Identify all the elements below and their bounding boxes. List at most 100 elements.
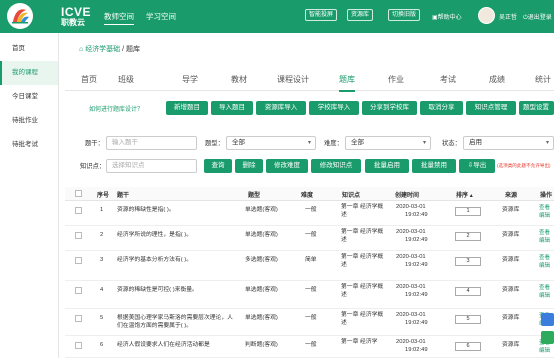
batch-disable-button[interactable]: 批量禁用 [412, 159, 456, 173]
cancel-share-button[interactable]: 取消分享 [420, 101, 463, 115]
tab-statistics[interactable]: 统计 [535, 74, 551, 85]
export-button[interactable]: ⇩导出 [459, 159, 495, 173]
add-question-button[interactable]: 新增题目 [166, 101, 208, 115]
tab-homework[interactable]: 作业 [388, 74, 404, 85]
status-select[interactable]: 启用 ▾ [463, 136, 554, 150]
avatar[interactable] [478, 7, 495, 24]
question-type-settings-button[interactable]: 题型设置 [519, 101, 554, 115]
difficulty-select[interactable]: 全部 ▾ [345, 136, 431, 150]
brand-name: ICVE [61, 5, 92, 19]
breadcrumb: ⌂ 经济学基础 / 题库 [79, 44, 140, 54]
share-to-school-button[interactable]: 分享到学校库 [362, 101, 417, 115]
knowledge-manage-button[interactable]: 知识点管理 [466, 101, 516, 115]
row-knowledge: 第一章 经济学概述 [341, 204, 384, 218]
logout-link[interactable]: ⏻退出登录 [523, 12, 552, 22]
home-icon[interactable]: ⌂ [79, 46, 83, 53]
sidebar-item-pending-homework[interactable]: 待批作业 [0, 109, 58, 133]
chat-icon[interactable] [541, 331, 554, 344]
school-import-button[interactable]: 学校库导入 [309, 101, 359, 115]
resource-library-button[interactable]: 资源库 [347, 9, 374, 21]
row-edit-link[interactable]: 编辑 [539, 347, 550, 355]
help-center-link[interactable]: ▣帮助中心 [432, 12, 462, 21]
row-view-link[interactable]: 查看 [539, 229, 550, 237]
tab-question-bank[interactable]: 题库 [339, 74, 355, 92]
resource-import-button[interactable]: 资源库导入 [256, 101, 306, 115]
row-sort-input[interactable]: 5 [455, 315, 481, 324]
row-created-time: 19:02:49 [405, 292, 428, 298]
knowledge-select[interactable]: 选择知识点 [106, 159, 197, 173]
row-view-link[interactable]: 查看 [539, 204, 550, 212]
row-number: 5 [100, 315, 104, 321]
sidebar-item-home[interactable]: 首页 [0, 37, 58, 61]
row-checkbox[interactable] [75, 232, 82, 239]
row-sort-input[interactable]: 4 [455, 287, 481, 296]
row-stem[interactable]: 资源的稀缺性是指( )。 [117, 207, 237, 215]
row-checkbox[interactable] [75, 257, 82, 264]
nav-study-space[interactable]: 学习空间 [146, 11, 176, 22]
row-checkbox[interactable] [75, 287, 82, 294]
th-source: 来源 [505, 193, 518, 199]
icve-logo-icon [7, 3, 33, 29]
row-checkbox[interactable] [75, 315, 82, 322]
query-button[interactable]: 查询 [204, 159, 232, 173]
row-edit-link[interactable]: 编辑 [539, 212, 550, 220]
row-stem[interactable]: 资源的稀缺性是可控( )来衡量。 [117, 287, 237, 295]
row-edit-link[interactable]: 编辑 [539, 237, 550, 245]
row-stem[interactable]: 经济学的基本分析方法有( )。 [117, 257, 237, 265]
th-sort[interactable]: 排序 ▴ [456, 190, 473, 199]
row-edit-link[interactable]: 编辑 [539, 262, 550, 270]
sidebar: 首页 我的课程 今日课堂 待批作业 待批考试 [0, 33, 59, 358]
row-view-link[interactable]: 查看 [539, 254, 550, 262]
howto-link[interactable]: 如何进行题库设计？ [89, 104, 143, 113]
row-stem[interactable]: 经济人假设要求人们在经济活动都是 [117, 342, 237, 350]
edit-difficulty-button[interactable]: 修改难度 [266, 159, 308, 173]
import-question-button[interactable]: 导入题目 [211, 101, 253, 115]
select-all-checkbox[interactable] [75, 190, 82, 197]
th-difficulty: 难度 [301, 193, 314, 199]
chrome-icon[interactable] [541, 313, 554, 326]
th-stem: 题干 [117, 193, 130, 199]
row-created-date: 2020-03-01 [396, 339, 426, 345]
row-source: 资源库 [502, 257, 520, 263]
smart-cast-button[interactable]: 智能投屏 [305, 9, 338, 21]
row-view-link[interactable]: 查看 [539, 284, 550, 292]
tab-exam[interactable]: 考试 [440, 74, 456, 85]
row-stem[interactable]: 经济学所说的理性，是指( )。 [117, 232, 237, 240]
type-label: 题型： [205, 140, 224, 147]
nav-teacher-space[interactable]: 教师空间 [104, 11, 134, 25]
tab-class[interactable]: 班级 [118, 74, 134, 85]
row-created-date: 2020-03-01 [396, 229, 426, 235]
row-sort-input[interactable]: 6 [455, 342, 481, 351]
row-sort-input[interactable]: 1 [455, 207, 481, 216]
tab-grades[interactable]: 成绩 [489, 74, 505, 85]
row-sort-input[interactable]: 2 [455, 232, 481, 241]
user-name[interactable]: 吴正哲 [499, 12, 517, 21]
course-tabs: 首页 班级 导学 教材 课程设计 题库 作业 考试 成绩 统计 [65, 69, 554, 92]
switch-old-version-button[interactable]: 切换旧版 [388, 9, 421, 21]
table-row: 1 资源的稀缺性是指( )。 单选题(客观) 一般 第一章 经济学概述 2020-03-0… [65, 201, 554, 226]
type-select[interactable]: 全部 ▾ [226, 136, 316, 150]
tab-course-design[interactable]: 课程设计 [277, 74, 309, 85]
row-difficulty: 一般 [305, 207, 317, 213]
tab-textbook[interactable]: 教材 [231, 74, 247, 85]
stem-search-input[interactable]: 输入题干 [106, 136, 197, 150]
edit-knowledge-button[interactable]: 修改知识点 [311, 159, 361, 173]
row-stem[interactable]: 根据美国心理学家马斯洛的需要层次理论，人们在温饱方面的需要属于( )。 [117, 315, 237, 330]
tab-guide[interactable]: 导学 [182, 74, 198, 85]
row-number: 4 [100, 287, 104, 293]
delete-button[interactable]: 删除 [235, 159, 263, 173]
sidebar-item-my-courses[interactable]: 我的课程 [0, 61, 58, 85]
sidebar-item-today-class[interactable]: 今日课堂 [0, 85, 58, 109]
tab-home[interactable]: 首页 [81, 74, 97, 85]
sidebar-item-pending-exams[interactable]: 待批考试 [0, 133, 58, 157]
chevron-down-icon: ▾ [422, 140, 426, 146]
th-type: 题型 [248, 193, 261, 199]
breadcrumb-course[interactable]: 经济学基础 [85, 46, 120, 53]
row-number: 1 [100, 207, 104, 213]
row-edit-link[interactable]: 编辑 [539, 292, 550, 300]
row-sort-input[interactable]: 3 [455, 257, 481, 266]
batch-enable-button[interactable]: 批量启用 [365, 159, 409, 173]
row-checkbox[interactable] [75, 207, 82, 214]
th-knowledge: 知识点 [342, 193, 361, 199]
row-checkbox[interactable] [75, 342, 82, 349]
